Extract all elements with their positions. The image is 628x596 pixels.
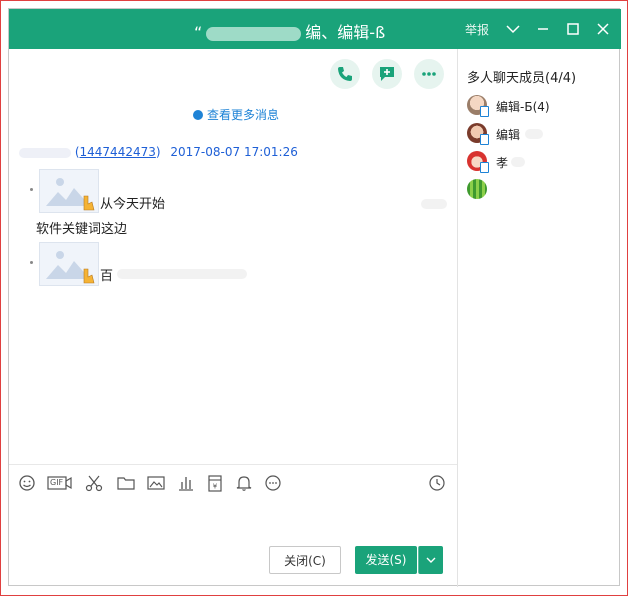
bullet bbox=[30, 261, 33, 264]
bullet bbox=[30, 188, 33, 191]
close-icon[interactable] bbox=[593, 19, 613, 39]
minimize-icon[interactable] bbox=[533, 19, 553, 39]
title-redacted bbox=[206, 26, 302, 41]
bell-icon[interactable] bbox=[234, 473, 254, 493]
title-prefix: “ bbox=[194, 23, 203, 42]
member-name: 编辑 bbox=[496, 128, 521, 142]
phone-online-icon bbox=[480, 162, 489, 173]
qq-close-paren: ) bbox=[155, 145, 161, 159]
message-sender-line: (1447442473) 2017-08-07 17:01:26 bbox=[19, 145, 298, 159]
redacted-text bbox=[117, 269, 247, 279]
send-button[interactable]: 发送(S) bbox=[355, 546, 417, 574]
phone-online-icon bbox=[480, 106, 489, 117]
redacted-text bbox=[511, 157, 525, 167]
image-icon[interactable] bbox=[146, 473, 166, 493]
message-plus-icon bbox=[380, 67, 394, 81]
more-icon[interactable] bbox=[263, 473, 283, 493]
message-text: 百 bbox=[100, 269, 114, 284]
message-timestamp: 2017-08-07 17:01:26 bbox=[170, 145, 298, 159]
maximize-icon[interactable] bbox=[563, 19, 583, 39]
members-panel: 多人聊天成员(4/4) 编辑-Б(4) 编辑 孝 bbox=[458, 49, 621, 587]
emoji-icon[interactable] bbox=[17, 473, 37, 493]
view-more-messages-link[interactable]: 查看更多消息 bbox=[193, 106, 279, 123]
clock-icon bbox=[193, 110, 203, 120]
chart-icon[interactable] bbox=[176, 473, 196, 493]
phone-icon bbox=[338, 67, 352, 81]
member-item[interactable] bbox=[467, 179, 617, 201]
voice-call-button[interactable] bbox=[330, 59, 360, 89]
redacted-text bbox=[525, 129, 543, 139]
folder-icon[interactable] bbox=[116, 473, 136, 493]
sender-name-redacted bbox=[19, 147, 71, 158]
title-bar: “ 编、编辑-ß 举报 bbox=[9, 9, 621, 49]
chat-window: “ 编、编辑-ß 举报 查看更多消息 (1447442473) 2017-08-0… bbox=[8, 8, 621, 587]
new-chat-button[interactable] bbox=[372, 59, 402, 89]
phone-online-icon bbox=[480, 134, 489, 145]
more-options-button[interactable] bbox=[414, 59, 444, 89]
image-placeholder-icon bbox=[46, 251, 95, 284]
message-text: 软件关键词这边 bbox=[36, 222, 128, 237]
avatar bbox=[467, 179, 487, 199]
member-item[interactable]: 编辑-Б(4) bbox=[467, 95, 617, 117]
image-placeholder[interactable] bbox=[39, 169, 99, 213]
redacted-text bbox=[421, 199, 447, 209]
members-title: 多人聊天成员(4/4) bbox=[467, 71, 577, 86]
input-toolbar: GIF ¥ bbox=[9, 464, 457, 500]
report-link[interactable]: 举报 bbox=[465, 21, 489, 38]
message-text: 从今天开始 bbox=[100, 197, 166, 212]
scissors-icon[interactable] bbox=[84, 473, 104, 493]
ellipsis-icon bbox=[422, 72, 436, 76]
chat-panel: 查看更多消息 (1447442473) 2017-08-07 17:01:26 … bbox=[9, 49, 458, 587]
view-more-messages-label: 查看更多消息 bbox=[207, 108, 280, 122]
chevron-down-icon[interactable] bbox=[503, 19, 523, 39]
sender-qq-link[interactable]: 1447442473 bbox=[80, 145, 156, 159]
red-packet-icon[interactable]: ¥ bbox=[205, 473, 225, 493]
close-button[interactable]: 关闭(C) bbox=[269, 546, 341, 574]
send-options-dropdown[interactable] bbox=[418, 546, 443, 574]
window-title: “ 编、编辑-ß bbox=[194, 19, 385, 43]
image-placeholder-icon bbox=[46, 178, 95, 211]
image-placeholder[interactable] bbox=[39, 242, 99, 286]
member-name: 孝 bbox=[496, 156, 509, 170]
title-suffix: 编、编辑-ß bbox=[305, 23, 386, 42]
svg-text:¥: ¥ bbox=[213, 483, 218, 491]
gif-label: GIF bbox=[50, 478, 64, 487]
chevron-down-icon bbox=[426, 557, 436, 563]
history-icon[interactable] bbox=[427, 473, 447, 493]
gif-icon[interactable]: GIF bbox=[47, 473, 73, 493]
member-name: 编辑-Б(4) bbox=[496, 100, 550, 114]
member-item[interactable]: 编辑 bbox=[467, 123, 617, 145]
member-item[interactable]: 孝 bbox=[467, 151, 617, 173]
